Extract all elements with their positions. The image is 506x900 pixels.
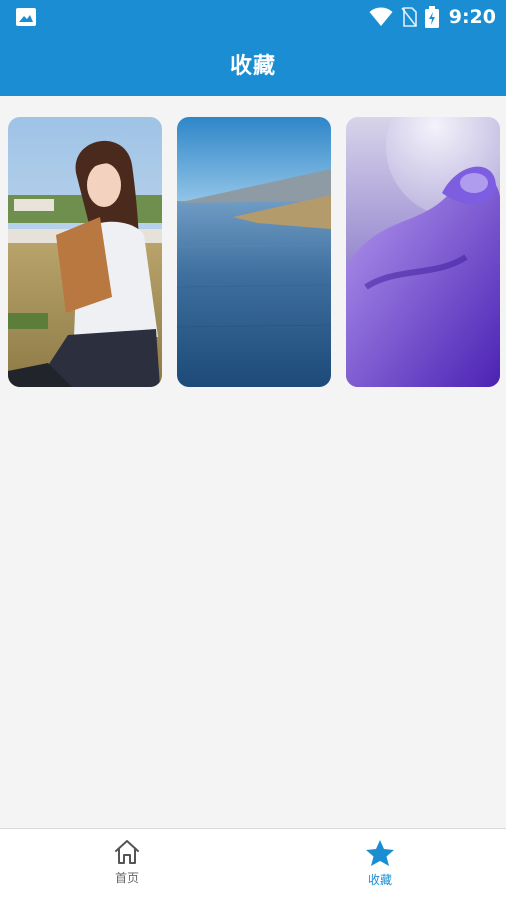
status-icons: 9:20 [369,6,496,28]
star-icon [366,840,394,866]
purple-abstract-thumbnail [346,117,500,387]
home-icon [115,840,139,864]
favorite-card-girl-photo[interactable] [8,117,162,387]
lake-photo-thumbnail [177,117,331,387]
tab-favorites[interactable]: 收藏 [325,839,435,888]
status-bar: 9:20 [0,0,506,34]
battery-charging-icon [424,6,439,28]
wifi-icon [369,7,393,26]
app-bar: 9:20 收藏 [0,0,506,96]
no-sim-icon [401,7,417,27]
page-title: 收藏 [229,54,276,79]
status-time: 9:20 [448,6,496,28]
tab-favorites-label: 收藏 [367,873,392,887]
favorite-card-purple-abstract[interactable] [346,117,500,387]
favorites-grid [8,117,500,387]
girl-photo-thumbnail [8,117,162,387]
tab-home[interactable]: 首页 [72,839,182,886]
bottom-navigation: 首页 收藏 [0,828,506,900]
gallery-notification-icon [16,8,36,26]
favorite-card-lake-photo[interactable] [177,117,331,387]
tab-home-label: 首页 [114,871,139,885]
